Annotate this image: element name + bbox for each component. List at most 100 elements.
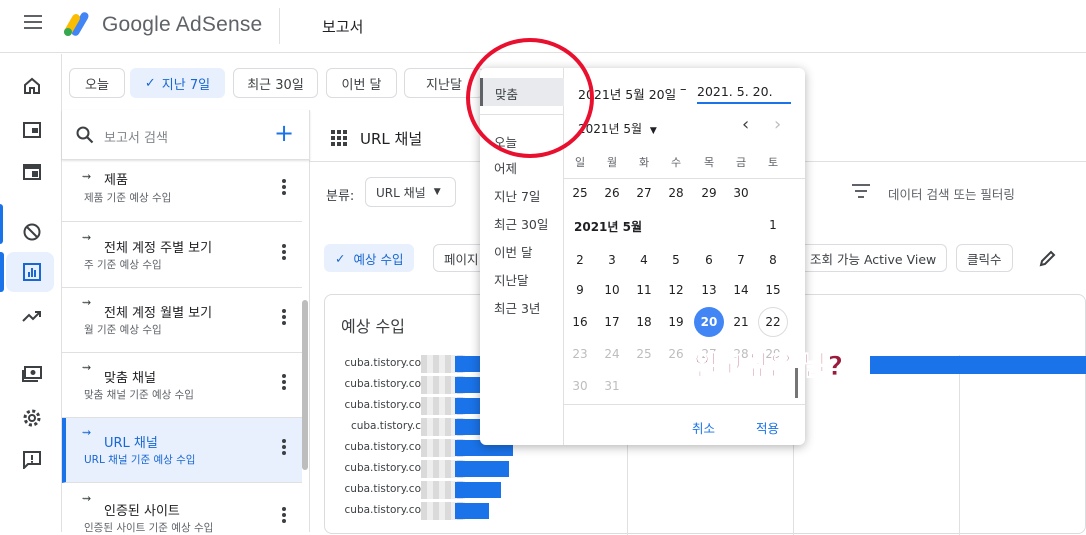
weekday-label: 목: [703, 156, 715, 169]
add-report-button[interactable]: +: [274, 121, 294, 145]
calendar-day[interactable]: 23: [565, 339, 595, 369]
more-options-icon[interactable]: [280, 308, 288, 328]
calendar-day[interactable]: 22: [758, 307, 788, 337]
chip-last-30-days[interactable]: 최근 30일: [233, 68, 318, 98]
cancel-button[interactable]: 취소: [692, 418, 715, 437]
report-title: 전체 계정 주별 보기: [104, 241, 213, 256]
preset-yesterday[interactable]: 어제: [494, 158, 517, 177]
calendar-day[interactable]: 11: [629, 275, 659, 305]
more-options-icon[interactable]: [280, 506, 288, 526]
sites-icon[interactable]: [20, 160, 44, 184]
report-item-products[interactable]: ⇝ 제품 제품 기준 예상 수입: [62, 164, 302, 222]
report-icon: ⇝: [82, 231, 92, 244]
report-search[interactable]: 보고서 검색 +: [62, 110, 310, 160]
chip-this-month[interactable]: 이번 달: [326, 68, 397, 98]
preset-last-30-days[interactable]: 최근 30일: [494, 214, 548, 233]
menu-icon[interactable]: [24, 15, 42, 29]
chip-last-7-days[interactable]: ✓ 지난 7일: [130, 68, 225, 98]
reports-icon[interactable]: [20, 260, 44, 284]
report-item-url-channels[interactable]: ⇝ URL 채널 URL 채널 기준 예상 수입: [62, 418, 302, 483]
more-options-icon[interactable]: [280, 373, 288, 393]
calendar-day[interactable]: 24: [597, 339, 627, 369]
calendar-day[interactable]: 8: [758, 245, 788, 275]
red-circle-annotation: [466, 38, 594, 158]
calendar-day[interactable]: 7: [726, 245, 756, 275]
weekday-label: 토: [767, 156, 779, 169]
calendar-day[interactable]: 18: [629, 307, 659, 337]
ads-icon[interactable]: [20, 118, 44, 142]
calendar-day[interactable]: 30: [565, 371, 595, 401]
chevron-left-icon[interactable]: ‹: [742, 114, 749, 135]
calendar-day[interactable]: 26: [597, 178, 627, 208]
report-icon: ⇝: [82, 492, 92, 505]
earnings-bar[interactable]: [455, 461, 509, 477]
calendar-day[interactable]: 26: [661, 339, 691, 369]
metric-active-view[interactable]: 조회 가능 Active View: [800, 244, 948, 272]
more-options-icon[interactable]: [280, 438, 288, 458]
end-date-input[interactable]: 2021. 5. 20.: [697, 84, 791, 104]
bar-label: cuba.tistory.co: [344, 462, 421, 474]
preset-last-7-days[interactable]: 지난 7일: [494, 186, 540, 205]
report-subtitle: URL 채널 기준 예상 수입: [84, 454, 196, 466]
reports-scrollbar[interactable]: [302, 300, 308, 470]
filter-input[interactable]: 데이터 검색 또는 필터링: [888, 184, 1015, 203]
blocking-controls-icon[interactable]: [20, 220, 44, 244]
earnings-bar[interactable]: [455, 482, 501, 498]
calendar-day[interactable]: 16: [565, 307, 595, 337]
preset-this-month[interactable]: 이번 달: [494, 242, 532, 261]
metric-clicks[interactable]: 클릭수: [956, 244, 1013, 272]
report-title: 맞춤 채널: [104, 371, 156, 386]
report-icon: ⇝: [82, 296, 92, 309]
report-title: 제품: [104, 173, 128, 188]
calendar-day[interactable]: 25: [629, 339, 659, 369]
calendar-day[interactable]: 28: [661, 178, 691, 208]
home-icon[interactable]: [20, 74, 44, 98]
select-value: URL 채널: [376, 185, 426, 200]
check-icon: ✓: [335, 250, 346, 266]
calendar-day[interactable]: 14: [726, 275, 756, 305]
report-item-monthly[interactable]: ⇝ 전체 계정 월별 보기 월 기준 예상 수입: [62, 288, 302, 353]
calendar-day[interactable]: 15: [758, 275, 788, 305]
apps-grid-icon: [331, 130, 347, 146]
more-options-icon[interactable]: [280, 243, 288, 263]
calendar-day[interactable]: 1: [758, 210, 788, 240]
report-item-custom-channels[interactable]: ⇝ 맞춤 채널 맞춤 채널 기준 예상 수입: [62, 353, 302, 418]
calendar-day[interactable]: 13: [694, 275, 724, 305]
calendar-day[interactable]: 5: [661, 245, 691, 275]
calendar-day[interactable]: 20: [694, 307, 724, 337]
calendar-day[interactable]: 31: [597, 371, 627, 401]
calendar-day[interactable]: 4: [629, 245, 659, 275]
report-item-verified-sites[interactable]: ⇝ 인증된 사이트 인증된 사이트 기준 예상 수입: [62, 484, 302, 534]
calendar-day[interactable]: 29: [694, 178, 724, 208]
calendar-day[interactable]: 30: [726, 178, 756, 208]
settings-icon[interactable]: [20, 406, 44, 430]
calendar-day[interactable]: 10: [597, 275, 627, 305]
calendar-day[interactable]: 17: [597, 307, 627, 337]
metric-estimated-earnings[interactable]: ✓ 예상 수입: [324, 244, 415, 272]
month-selector[interactable]: 2021년 5월 ▼: [578, 120, 657, 137]
search-input[interactable]: 보고서 검색: [104, 127, 168, 146]
classification-select[interactable]: URL 채널 ▼: [365, 177, 456, 207]
report-item-weekly[interactable]: ⇝ 전체 계정 주별 보기 주 기준 예상 수입: [62, 223, 302, 288]
apply-button[interactable]: 적용: [756, 418, 779, 437]
earnings-bar[interactable]: [455, 503, 489, 519]
calendar-day[interactable]: 25: [565, 178, 595, 208]
calendar-day[interactable]: 3: [597, 245, 627, 275]
gridline: [959, 355, 960, 535]
calendar-day[interactable]: 9: [565, 275, 595, 305]
calendar-day[interactable]: 2: [565, 245, 595, 275]
chevron-right-icon[interactable]: ›: [774, 114, 781, 135]
calendar-day[interactable]: 27: [629, 178, 659, 208]
chip-today[interactable]: 오늘: [69, 68, 125, 98]
edit-icon[interactable]: [1038, 248, 1058, 268]
preset-last-3-years[interactable]: 최근 3년: [494, 298, 540, 317]
calendar-day[interactable]: 6: [694, 245, 724, 275]
calendar-day[interactable]: 21: [726, 307, 756, 337]
more-options-icon[interactable]: [280, 178, 288, 198]
feedback-icon[interactable]: [20, 448, 44, 472]
calendar-day[interactable]: 19: [661, 307, 691, 337]
preset-last-month[interactable]: 지난달: [494, 270, 529, 289]
optimization-icon[interactable]: [20, 304, 44, 328]
calendar-day[interactable]: 12: [661, 275, 691, 305]
payments-icon[interactable]: [20, 362, 44, 386]
